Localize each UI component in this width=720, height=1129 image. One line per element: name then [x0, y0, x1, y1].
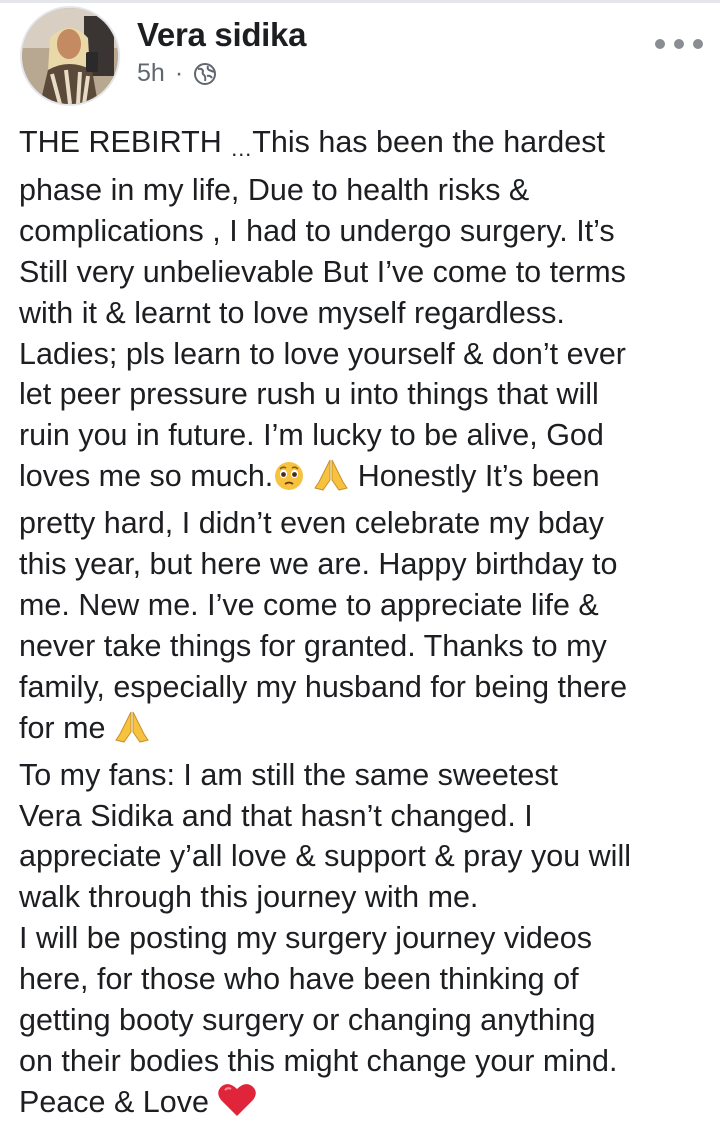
post-line: family, especially my husband for being … — [19, 669, 628, 704]
post-line: ruin you in future. I’m lucky to be aliv… — [19, 418, 604, 453]
post-line: Still very unbelievable But I’ve come to… — [19, 254, 626, 289]
post-line: loves me so much. Honestly It’s been — [19, 456, 709, 503]
post-header: Vera sidika 5h · — [0, 0, 720, 110]
post-line: Peace & Love — [19, 1082, 709, 1129]
folded-hands-emoji — [114, 710, 150, 755]
post-text: THE REBIRTH …This has been the hardest p… — [19, 122, 709, 1129]
more-horizontal-icon — [655, 39, 665, 49]
post-line: appreciate y’all love & support & pray y… — [19, 839, 631, 874]
post-line: walk through this journey with me. — [19, 880, 479, 915]
avatar-photo — [22, 8, 118, 104]
post-line: for me — [19, 708, 709, 755]
post-line: pretty hard, I didn’t even celebrate my … — [19, 506, 604, 541]
more-horizontal-icon — [674, 39, 684, 49]
post-meta: 5h · — [137, 58, 217, 88]
post-line: I will be posting my surgery journey vid… — [19, 921, 592, 956]
post-line: getting booty surgery or changing anythi… — [19, 1003, 596, 1038]
post-line: this year, but here we are. Happy birthd… — [19, 547, 618, 582]
post-line: Vera Sidika and that hasn’t changed. I — [19, 798, 533, 833]
more-options-button[interactable] — [655, 34, 703, 54]
meta-separator: · — [174, 58, 184, 87]
post-line: Ladies; pls learn to love yourself & don… — [19, 336, 626, 371]
post-line: never take things for granted. Thanks to… — [19, 628, 607, 663]
post-line: me. New me. I’ve come to appreciate life… — [19, 587, 599, 622]
post-line: let peer pressure rush u into things tha… — [19, 377, 599, 412]
post-line: complications , I had to undergo surgery… — [19, 213, 615, 248]
post-line: phase in my life, Due to health risks & — [19, 172, 530, 207]
author-name[interactable]: Vera sidika — [137, 16, 306, 54]
avatar[interactable] — [20, 6, 120, 106]
pleading-face-emoji — [273, 460, 305, 503]
red-heart-emoji — [217, 1082, 257, 1129]
post-line: To my fans: I am still the same sweetest — [19, 757, 559, 792]
post-line: here, for those who have been thinking o… — [19, 962, 579, 997]
post-line: on their bodies this might change your m… — [19, 1043, 618, 1078]
post-line: with it & learnt to love myself regardle… — [19, 295, 565, 330]
folded-hands-emoji — [313, 458, 349, 503]
more-horizontal-icon — [693, 39, 703, 49]
post-line: THE REBIRTH …This has been the hardest — [19, 125, 605, 161]
globe-icon[interactable] — [193, 62, 217, 86]
timestamp[interactable]: 5h — [137, 59, 165, 88]
